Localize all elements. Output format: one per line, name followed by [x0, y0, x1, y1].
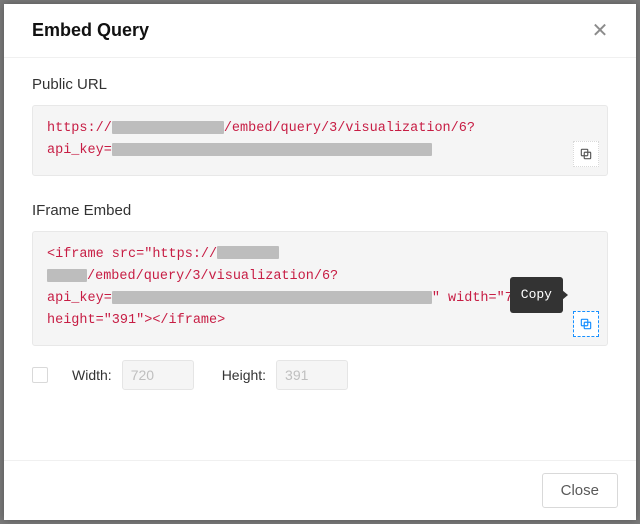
modal-header: Embed Query ✕ — [4, 4, 636, 58]
code-text: height="391"></iframe> — [47, 313, 225, 328]
size-checkbox[interactable] — [32, 367, 48, 383]
size-controls: Width: Height: — [32, 360, 608, 390]
modal-footer: Close — [4, 460, 636, 520]
copy-button[interactable] — [573, 311, 599, 337]
embed-query-modal: Embed Query ✕ Public URL https:// /embed/… — [4, 4, 636, 520]
public-url-label: Public URL — [32, 76, 608, 93]
code-text: https:// — [47, 121, 112, 136]
copy-button[interactable] — [573, 141, 599, 167]
redacted-host — [217, 246, 279, 259]
iframe-label: IFrame Embed — [32, 202, 608, 219]
code-text: /embed/query/3/visualization/6? — [87, 269, 338, 284]
copy-tooltip: Copy — [510, 277, 563, 312]
width-input[interactable] — [122, 360, 194, 390]
copy-icon — [579, 317, 593, 331]
code-text: <iframe src="https:// — [47, 247, 217, 262]
iframe-code[interactable]: <iframe src="https:// /embed/query/3/vis… — [32, 231, 608, 346]
modal-title: Embed Query — [32, 20, 149, 41]
height-input[interactable] — [276, 360, 348, 390]
code-text: api_key= — [47, 291, 112, 306]
iframe-section: IFrame Embed <iframe src="https:// /embe… — [32, 202, 608, 390]
width-label: Width: — [72, 367, 112, 383]
modal-body: Public URL https:// /embed/query/3/visual… — [4, 58, 636, 460]
close-button[interactable]: Close — [542, 473, 618, 508]
redacted-host — [112, 121, 224, 134]
close-icon[interactable]: ✕ — [588, 21, 612, 41]
copy-icon — [579, 147, 593, 161]
code-text: api_key= — [47, 143, 112, 158]
redacted-apikey — [112, 291, 432, 304]
height-label: Height: — [222, 367, 266, 383]
public-url-section: Public URL https:// /embed/query/3/visual… — [32, 76, 608, 176]
redacted-host — [47, 269, 87, 282]
redacted-apikey — [112, 143, 432, 156]
code-text: /embed/query/3/visualization/6? — [224, 121, 475, 136]
public-url-code[interactable]: https:///embed/query/3/visualization/6? … — [32, 105, 608, 176]
